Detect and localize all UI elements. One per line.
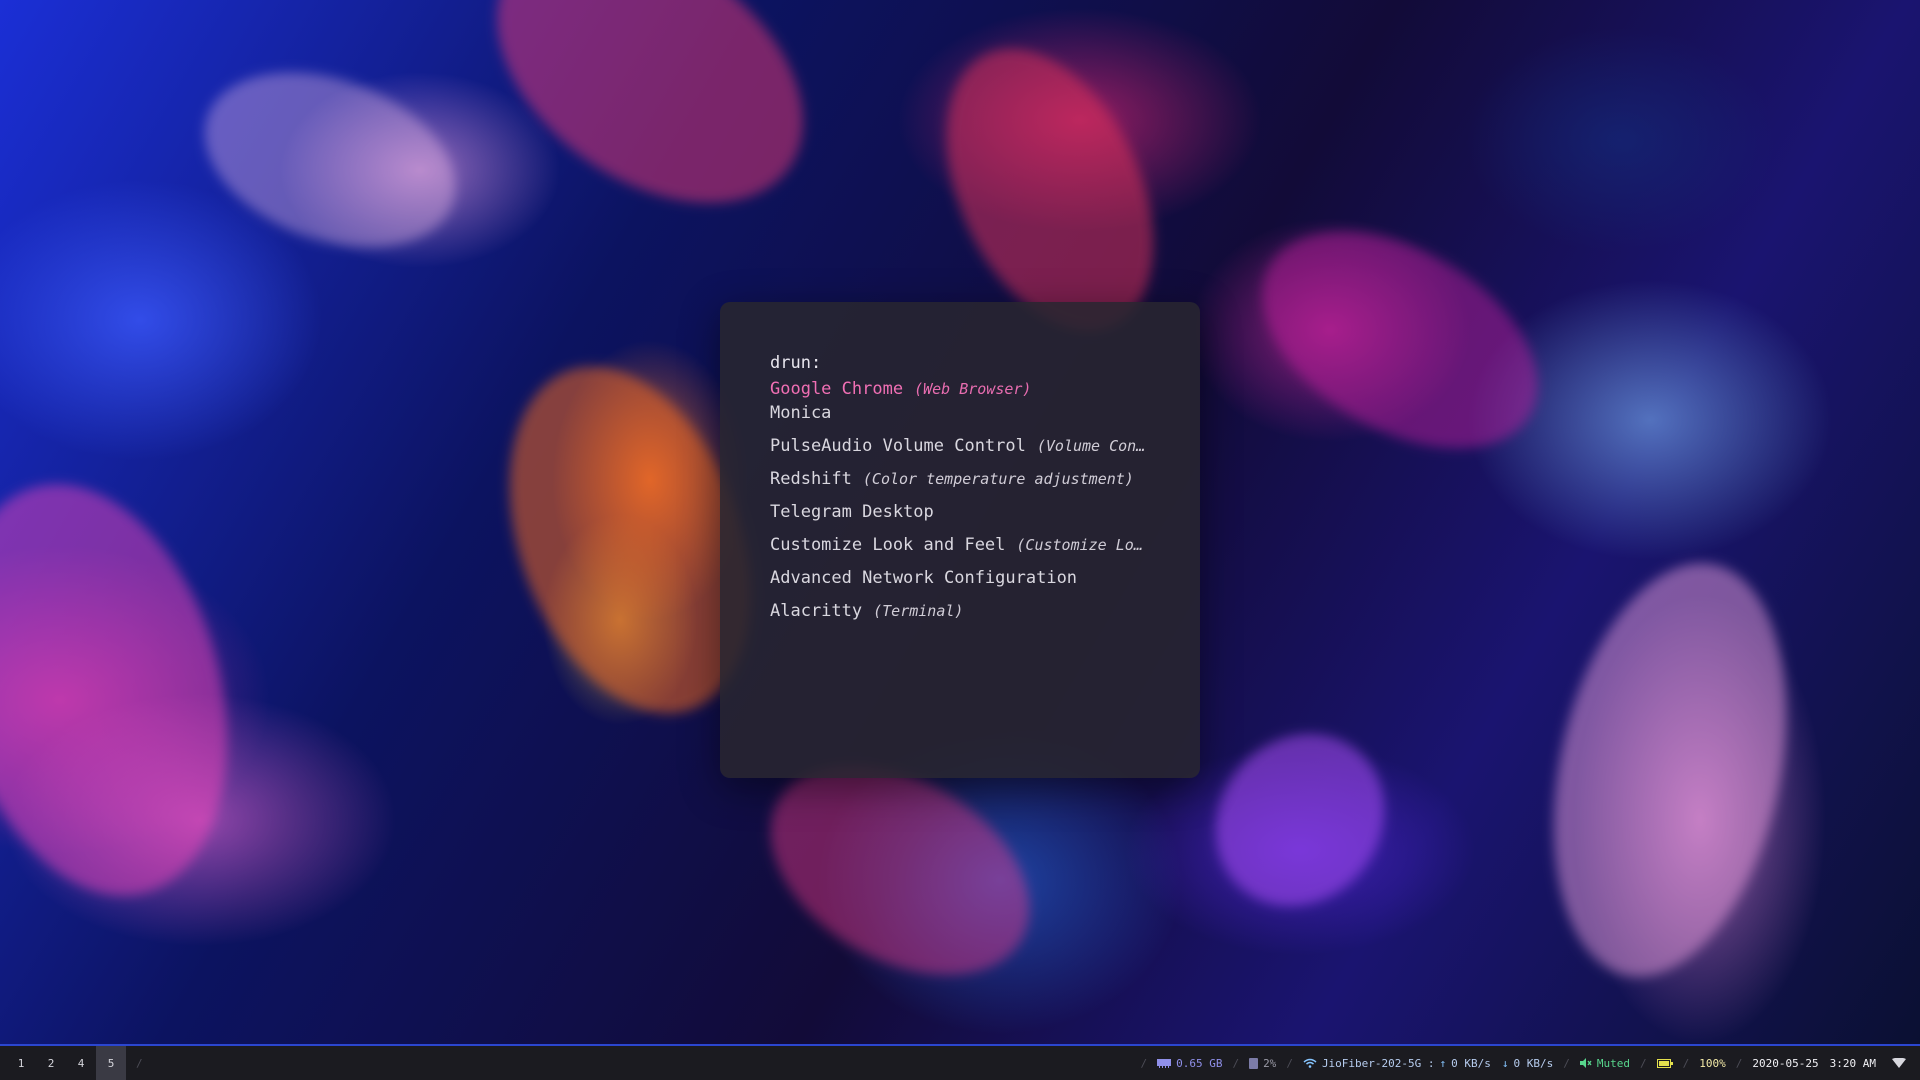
wallpaper-streak <box>447 0 853 258</box>
entry-name: Alacritty <box>770 601 863 621</box>
cpu-module: 2% <box>1249 1057 1276 1070</box>
bar-divider: / <box>136 1056 143 1070</box>
status-bar: 1 2 4 5 / / 0.65 GB / 2% / JioFiber-202-… <box>0 1044 1920 1080</box>
cpu-icon <box>1249 1057 1259 1069</box>
download-arrow-icon: ↓ <box>1501 1056 1509 1070</box>
battery-module <box>1656 1058 1673 1068</box>
clock-date: 2020-05-25 <box>1752 1056 1819 1070</box>
speaker-muted-icon <box>1579 1058 1592 1068</box>
entry-name: Redshift <box>770 469 852 489</box>
workspace-button-2[interactable]: 2 <box>36 1046 66 1080</box>
wallpaper-streak <box>1180 699 1420 941</box>
bar-divider: / <box>1232 1056 1240 1070</box>
entry-generic-name: (Color temperature adjustment) <box>862 470 1134 488</box>
entry-generic-name: (Web Browser) <box>914 380 1032 398</box>
wallpaper-streak <box>1518 541 1822 999</box>
wallpaper-streak <box>180 40 480 280</box>
entry-name: Advanced Network Configuration <box>770 568 1078 588</box>
entry-generic-name: (Volume Cont… <box>1036 437 1150 455</box>
battery-percent: 100% <box>1699 1056 1726 1070</box>
wallpaper-streak <box>1225 187 1575 493</box>
clock-time: 3:20 AM <box>1829 1056 1876 1070</box>
wifi-icon <box>1303 1058 1317 1068</box>
ram-module: 0.65 GB <box>1157 1057 1222 1070</box>
workspace-button-4[interactable]: 4 <box>66 1046 96 1080</box>
launcher-entry-alacritty[interactable]: Alacritty (Terminal) <box>770 589 1150 633</box>
bar-divider: / <box>1563 1056 1570 1070</box>
battery-icon <box>1656 1058 1673 1068</box>
bar-divider: / <box>1682 1056 1690 1070</box>
entry-name: Customize Look and Feel <box>770 535 1006 555</box>
entry-generic-name: (Customize Loo… <box>1016 536 1150 554</box>
workspace-button-5[interactable]: 5 <box>96 1046 126 1080</box>
ram-value: 0.65 GB <box>1176 1056 1223 1070</box>
clock-module[interactable]: 2020-05-25 3:20 AM <box>1752 1057 1876 1070</box>
upload-arrow-icon: ↑ <box>1439 1056 1447 1070</box>
volume-status: Muted <box>1596 1056 1631 1070</box>
bar-divider: / <box>1640 1056 1647 1070</box>
volume-module[interactable]: Muted <box>1579 1056 1631 1070</box>
entry-name: Monica <box>770 403 832 423</box>
entry-name: Telegram Desktop <box>770 502 934 522</box>
network-module[interactable]: JioFiber-202-5G : ↑ 0 KB/s ↓ 0 KB/s <box>1303 1057 1553 1070</box>
entry-generic-name: (Terminal) <box>873 602 964 620</box>
launcher-search-input[interactable] <box>821 352 1150 374</box>
wifi-tray-icon[interactable] <box>1892 1058 1906 1068</box>
bar-divider: / <box>1735 1056 1743 1070</box>
launcher-results-list: Google Chrome (Web Browser) Monica Pulse… <box>770 376 1150 633</box>
cpu-value: 2% <box>1263 1056 1277 1070</box>
bar-divider: / <box>1140 1056 1148 1070</box>
download-speed: 0 KB/s <box>1513 1056 1554 1070</box>
upload-speed: 0 KB/s <box>1451 1056 1491 1070</box>
app-launcher: drun: Google Chrome (Web Browser) Monica… <box>720 302 1200 778</box>
launcher-prompt-label: drun: <box>770 353 822 373</box>
workspace-button-1[interactable]: 1 <box>6 1046 36 1080</box>
status-modules: / 0.65 GB / 2% / JioFiber-202-5G : ↑ 0 K… <box>1130 1046 1920 1080</box>
wallpaper-streak <box>0 453 270 927</box>
ram-icon <box>1157 1058 1172 1068</box>
workspace-switcher: 1 2 4 5 <box>6 1046 126 1080</box>
bar-divider: / <box>1286 1056 1293 1070</box>
entry-name: PulseAudio Volume Control <box>770 436 1026 456</box>
wifi-ssid: JioFiber-202-5G : <box>1321 1056 1435 1070</box>
launcher-prompt-row: drun: <box>770 352 1150 374</box>
entry-name: Google Chrome <box>770 379 904 399</box>
